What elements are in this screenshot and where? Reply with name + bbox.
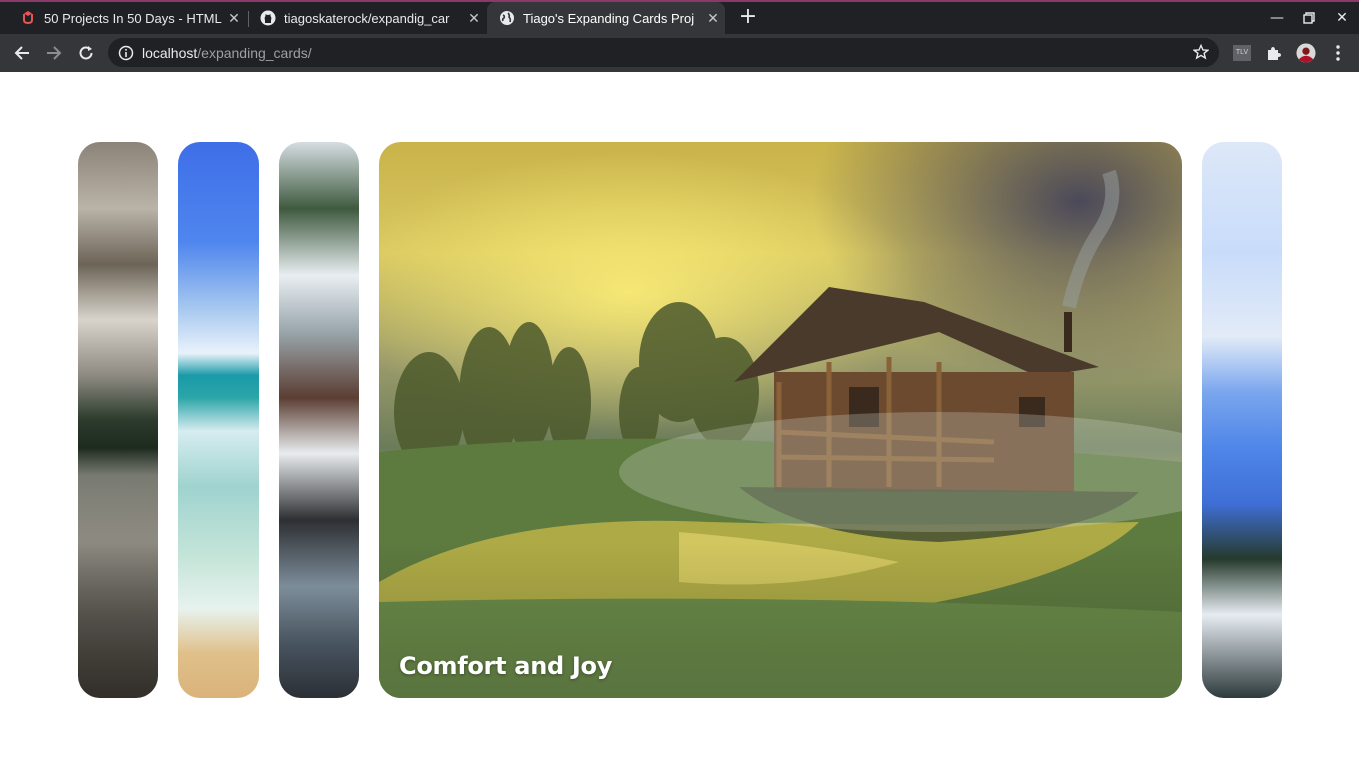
card-panel-mountain[interactable] — [78, 142, 158, 698]
close-icon[interactable]: ✕ — [222, 10, 246, 27]
browser-toolbar: localhost/expanding_cards/ TLV — [0, 34, 1359, 72]
puzzle-icon[interactable] — [1264, 43, 1284, 63]
tab-strip: 50 Projects In 50 Days - HTML, ✕ tiagosk… — [0, 0, 1359, 34]
tab-expanding-cards[interactable]: Tiago's Expanding Cards Proj ✕ — [487, 2, 725, 34]
card-panel-beach[interactable] — [178, 142, 259, 698]
arrow-right-icon — [47, 46, 62, 60]
url-host: localhost — [142, 44, 198, 61]
close-icon[interactable]: ✕ — [701, 10, 725, 27]
extension-label: TLV — [1233, 45, 1251, 61]
url-path: /expanding_cards/ — [197, 44, 312, 61]
profile-avatar[interactable] — [1296, 43, 1316, 63]
reload-button[interactable] — [71, 38, 101, 68]
new-tab-button[interactable]: + — [737, 6, 759, 30]
info-icon[interactable] — [118, 45, 134, 61]
back-button[interactable] — [7, 38, 37, 68]
card-panel-snow-mountain[interactable] — [1202, 142, 1282, 698]
card-panel-winter-village[interactable] — [279, 142, 359, 698]
card-title: Comfort and Joy — [399, 652, 613, 680]
page-viewport: Comfort and Joy — [0, 72, 1359, 767]
cabin-landscape-image — [379, 169, 1182, 698]
tlv-extension-icon[interactable]: TLV — [1232, 43, 1252, 63]
maximize-icon[interactable] — [1293, 2, 1325, 34]
reload-icon — [79, 46, 93, 60]
tab-separator — [248, 11, 249, 27]
card-panel-cabin-active[interactable]: Comfort and Joy — [379, 142, 1182, 698]
arrow-left-icon — [14, 46, 29, 60]
window-close-icon[interactable]: ✕ — [1326, 2, 1358, 34]
address-bar[interactable]: localhost/expanding_cards/ — [108, 38, 1219, 67]
close-icon[interactable]: ✕ — [462, 10, 486, 27]
tab-github[interactable]: tiagoskaterock/expandig_car ✕ — [250, 2, 486, 34]
tab-title: 50 Projects In 50 Days - HTML, — [44, 10, 222, 26]
github-icon — [260, 10, 276, 26]
globe-icon — [499, 10, 515, 26]
tab-title: Tiago's Expanding Cards Proj — [523, 10, 695, 26]
kebab-menu-icon[interactable] — [1328, 43, 1348, 63]
minimize-icon[interactable]: — — [1261, 2, 1293, 34]
udemy-icon — [20, 10, 36, 26]
tab-50-projects[interactable]: 50 Projects In 50 Days - HTML, ✕ — [0, 2, 246, 34]
forward-button[interactable] — [39, 38, 69, 68]
tab-title: tiagoskaterock/expandig_car — [284, 10, 450, 26]
star-icon[interactable] — [1192, 43, 1210, 60]
